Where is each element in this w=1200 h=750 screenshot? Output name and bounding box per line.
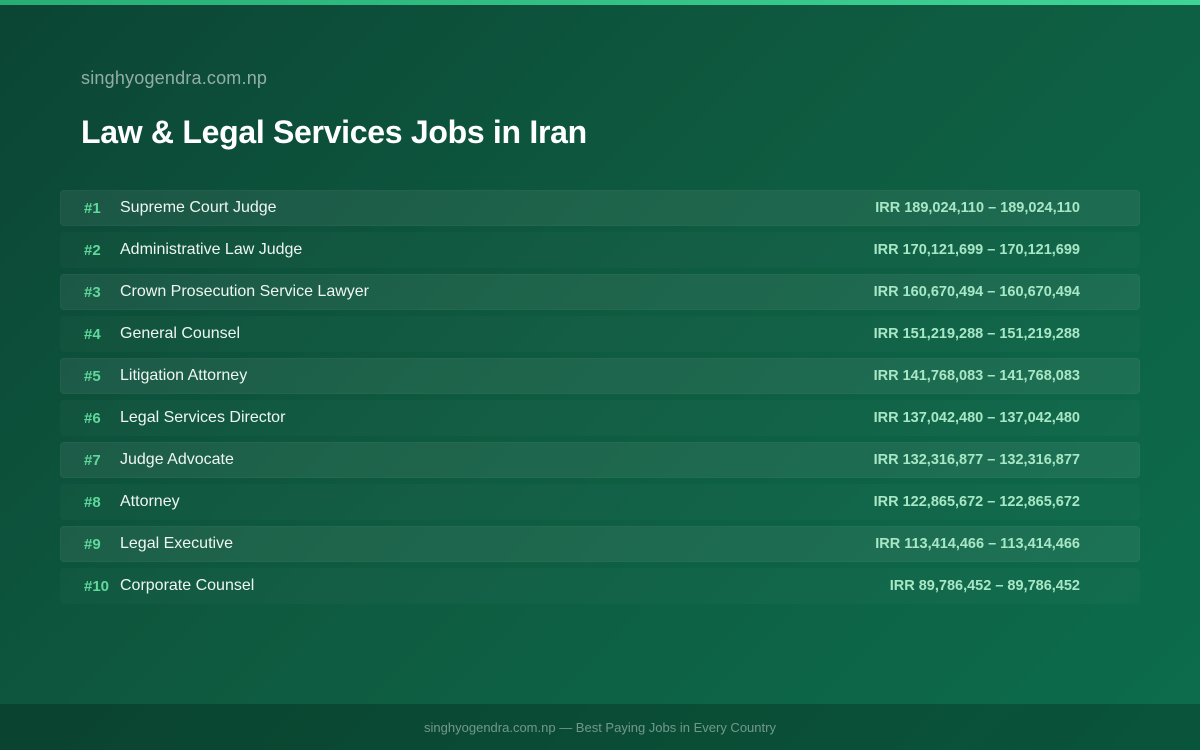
- job-row: #8 Attorney IRR 122,865,672 – 122,865,67…: [60, 484, 1140, 520]
- job-title: Legal Services Director: [120, 409, 286, 426]
- job-title: Judge Advocate: [120, 451, 234, 468]
- job-title: Supreme Court Judge: [120, 199, 277, 216]
- job-salary: IRR 151,219,288 – 151,219,288: [873, 326, 1080, 342]
- job-row: #9 Legal Executive IRR 113,414,466 – 113…: [60, 526, 1140, 562]
- job-salary: IRR 89,786,452 – 89,786,452: [889, 578, 1080, 594]
- job-salary: IRR 189,024,110 – 189,024,110: [875, 200, 1080, 216]
- job-salary: IRR 141,768,083 – 141,768,083: [873, 368, 1080, 384]
- job-row: #5 Litigation Attorney IRR 141,768,083 –…: [60, 358, 1140, 394]
- job-row: #1 Supreme Court Judge IRR 189,024,110 –…: [60, 190, 1140, 226]
- job-salary: IRR 137,042,480 – 137,042,480: [873, 410, 1080, 426]
- job-salary: IRR 132,316,877 – 132,316,877: [873, 452, 1080, 468]
- footer-bar: singhyogendra.com.np — Best Paying Jobs …: [0, 704, 1200, 750]
- job-salary: IRR 113,414,466 – 113,414,466: [875, 536, 1080, 552]
- job-row: #10 Corporate Counsel IRR 89,786,452 – 8…: [60, 568, 1140, 604]
- job-row: #4 General Counsel IRR 151,219,288 – 151…: [60, 316, 1140, 352]
- job-rank: #5: [84, 367, 101, 385]
- job-title: Legal Executive: [120, 535, 233, 552]
- footer-text: singhyogendra.com.np — Best Paying Jobs …: [424, 719, 776, 735]
- job-rank: #6: [84, 409, 101, 427]
- job-rank: #9: [84, 535, 101, 553]
- top-accent-bar: [0, 0, 1200, 5]
- job-title: Crown Prosecution Service Lawyer: [120, 283, 369, 300]
- job-rank: #1: [84, 199, 101, 217]
- job-row: #6 Legal Services Director IRR 137,042,4…: [60, 400, 1140, 436]
- job-rank: #2: [84, 241, 101, 259]
- job-title: Attorney: [120, 493, 180, 510]
- job-row: #7 Judge Advocate IRR 132,316,877 – 132,…: [60, 442, 1140, 478]
- job-rank: #7: [84, 451, 101, 469]
- job-salary: IRR 160,670,494 – 160,670,494: [873, 284, 1080, 300]
- job-title: General Counsel: [120, 325, 241, 342]
- job-row: #3 Crown Prosecution Service Lawyer IRR …: [60, 274, 1140, 310]
- job-rank: #3: [84, 283, 101, 301]
- job-rank: #4: [84, 325, 101, 343]
- site-name: singhyogendra.com.np: [81, 68, 268, 88]
- job-title: Litigation Attorney: [120, 367, 248, 384]
- jobs-list: #1 Supreme Court Judge IRR 189,024,110 –…: [60, 190, 1140, 610]
- job-salary: IRR 170,121,699 – 170,121,699: [873, 242, 1080, 258]
- page-title: Law & Legal Services Jobs in Iran: [81, 114, 587, 150]
- job-title: Corporate Counsel: [120, 577, 255, 594]
- job-rank: #8: [84, 493, 101, 511]
- job-rank: #10: [84, 577, 110, 595]
- job-row: #2 Administrative Law Judge IRR 170,121,…: [60, 232, 1140, 268]
- job-salary: IRR 122,865,672 – 122,865,672: [873, 494, 1080, 510]
- job-title: Administrative Law Judge: [120, 241, 303, 258]
